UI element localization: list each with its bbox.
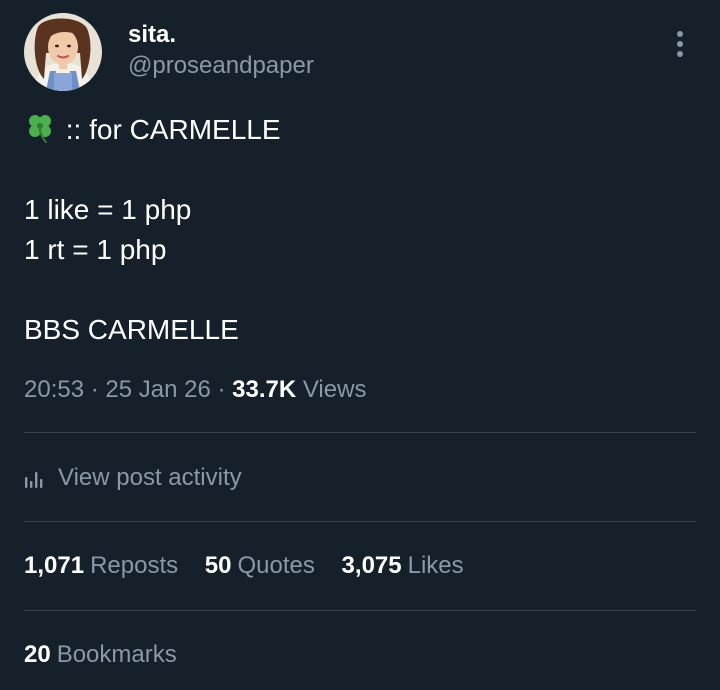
view-post-activity-label: View post activity: [58, 464, 242, 491]
bookmarks-stat[interactable]: 20 Bookmarks: [24, 638, 177, 672]
likes-label: Likes: [407, 552, 464, 579]
quotes-stat[interactable]: 50 Quotes: [205, 549, 315, 583]
post-date[interactable]: 25 Jan 26: [105, 376, 210, 403]
likes-stat[interactable]: 3,075 Likes: [342, 549, 464, 583]
post-time[interactable]: 20:53: [24, 376, 84, 403]
display-name[interactable]: sita.: [128, 21, 314, 49]
post-line-2: 1 like = 1 php: [24, 194, 192, 225]
user-info: sita. @proseandpaper: [128, 21, 314, 82]
avatar-image: [24, 13, 102, 91]
views-label: Views: [296, 376, 367, 403]
reposts-count: 1,071: [24, 552, 85, 579]
reposts-label: Reposts: [90, 552, 179, 579]
divider: [24, 610, 696, 611]
views-count: 33.7K: [232, 376, 297, 403]
more-options-icon[interactable]: [676, 31, 684, 59]
view-post-activity-button[interactable]: View post activity: [24, 460, 242, 496]
post-line-1: :: for CARMELLE: [24, 110, 694, 150]
post-line-1-text: :: for CARMELLE: [58, 114, 281, 145]
post-line-3: 1 rt = 1 php: [24, 234, 167, 265]
bar-chart-icon: [25, 472, 43, 488]
bookmarks-count: 20: [24, 641, 51, 668]
engagement-stats: 1,071 Reposts 50 Quotes 3,075 Likes: [24, 549, 484, 583]
divider: [24, 521, 696, 522]
quotes-count: 50: [204, 552, 232, 579]
divider: [24, 432, 696, 433]
post-meta: 20:53 · 25 Jan 26 · 33.7K Views: [24, 374, 366, 406]
meta-separator: ·: [210, 376, 233, 403]
user-handle[interactable]: @proseandpaper: [128, 50, 314, 82]
likes-count: 3,075: [341, 552, 402, 579]
post-header: sita. @proseandpaper: [24, 13, 696, 93]
bookmarks-label: Bookmarks: [56, 641, 177, 668]
post-text: :: for CARMELLE 1 like = 1 php 1 rt = 1 …: [24, 110, 694, 350]
reposts-stat[interactable]: 1,071 Reposts: [24, 549, 178, 583]
four-leaf-clover-icon: [29, 115, 51, 144]
post-line-4: BBS CARMELLE: [24, 314, 239, 345]
avatar[interactable]: [24, 13, 102, 91]
meta-separator: ·: [84, 376, 106, 403]
quotes-label: Quotes: [237, 552, 315, 579]
